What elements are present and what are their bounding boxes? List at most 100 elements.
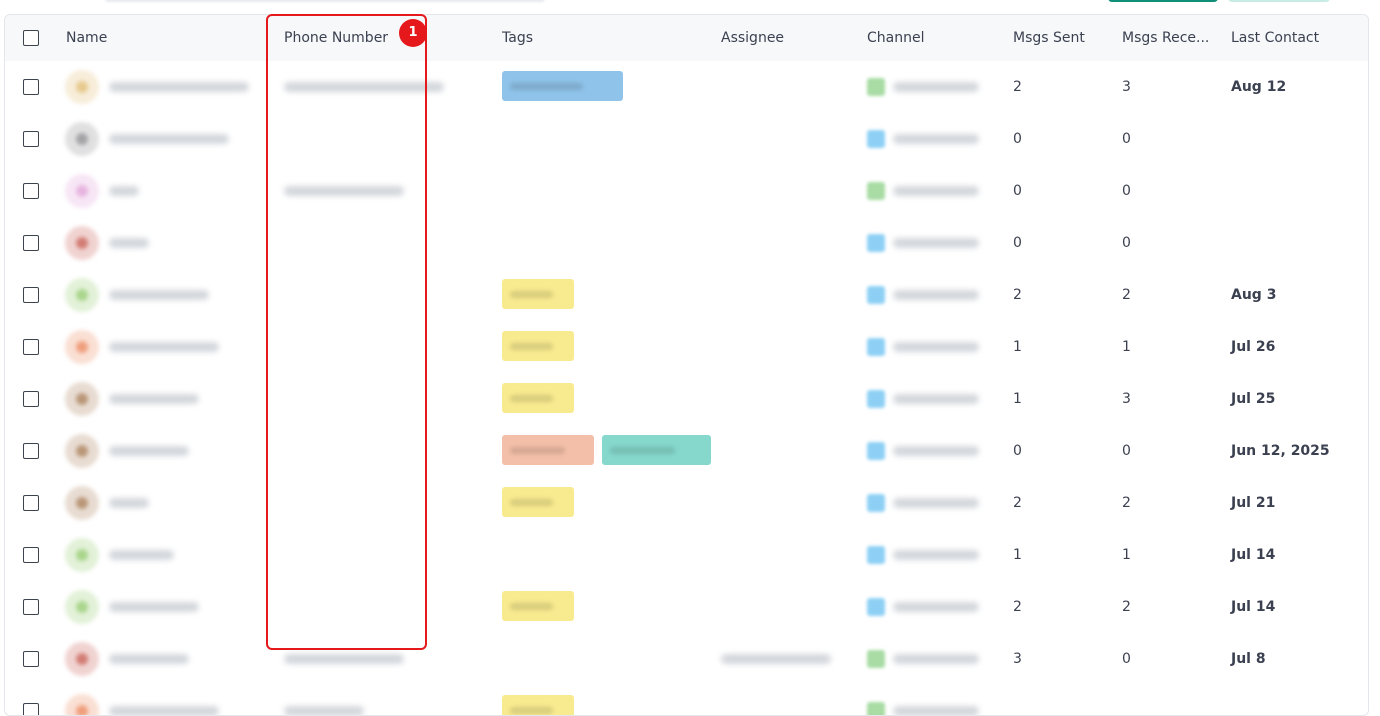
tag-chip[interactable]	[502, 279, 574, 309]
last-contact: Jul 26	[1231, 339, 1276, 355]
contact-name[interactable]	[109, 550, 174, 560]
column-header-assignee[interactable]: Assignee	[721, 15, 841, 61]
contact-name[interactable]	[109, 394, 199, 404]
row-checkbox[interactable]	[23, 495, 39, 511]
msgs-sent: 2	[1013, 79, 1022, 95]
avatar	[65, 434, 99, 468]
secondary-action-button[interactable]	[1228, 0, 1330, 2]
table-row[interactable]: 2 2 Aug 3	[5, 269, 1368, 322]
contact-name[interactable]	[109, 82, 249, 92]
row-checkbox[interactable]	[23, 391, 39, 407]
column-header-phone[interactable]: Phone Number	[284, 15, 414, 61]
msgs-received: 0	[1122, 651, 1131, 667]
table-row[interactable]: 2 2 Jul 14	[5, 581, 1368, 634]
table-row[interactable]: 1 1 Jul 26	[5, 321, 1368, 374]
row-checkbox[interactable]	[23, 79, 39, 95]
phone-number	[284, 706, 364, 715]
tag-chip[interactable]	[502, 331, 574, 361]
msgs-sent: 3	[1013, 651, 1022, 667]
channel-icon	[867, 286, 885, 304]
phone-number	[284, 82, 444, 92]
row-checkbox[interactable]	[23, 235, 39, 251]
tag-chip[interactable]	[602, 435, 711, 465]
contact-name[interactable]	[109, 238, 149, 248]
column-header-msgs-received[interactable]: Msgs Rece...	[1122, 15, 1220, 61]
channel-icon	[867, 546, 885, 564]
table-row[interactable]: 1 3 Jul 25	[5, 373, 1368, 426]
phone-number	[284, 186, 404, 196]
column-header-last-contact[interactable]: Last Contact	[1231, 15, 1361, 61]
tag-chip[interactable]	[502, 435, 594, 465]
row-checkbox[interactable]	[23, 651, 39, 667]
phone-number	[284, 654, 404, 664]
contact-name[interactable]	[109, 602, 199, 612]
table-row[interactable]: 00	[5, 217, 1368, 270]
table-row[interactable]: 1 1 Jul 14	[5, 529, 1368, 582]
table-row[interactable]: 00	[5, 165, 1368, 218]
msgs-received: 3	[1122, 79, 1131, 95]
channel-name	[893, 82, 979, 92]
primary-action-button[interactable]	[1108, 0, 1218, 2]
contact-name[interactable]	[109, 134, 229, 144]
msgs-sent: 2	[1013, 495, 1022, 511]
channel-name	[893, 134, 979, 144]
avatar	[65, 174, 99, 208]
contact-name[interactable]	[109, 706, 219, 715]
msgs-sent: 0	[1013, 443, 1022, 459]
channel-name	[893, 706, 979, 715]
channel-name	[893, 654, 979, 664]
contact-name[interactable]	[109, 498, 149, 508]
last-contact: Jul 14	[1231, 547, 1276, 563]
channel-icon	[867, 702, 885, 715]
contact-name[interactable]	[109, 186, 139, 196]
last-contact: Jul 8	[1231, 651, 1266, 667]
contact-name[interactable]	[109, 654, 189, 664]
row-checkbox[interactable]	[23, 443, 39, 459]
column-header-tags[interactable]: Tags	[502, 15, 652, 61]
table-row[interactable]	[5, 685, 1368, 715]
row-checkbox[interactable]	[23, 183, 39, 199]
row-checkbox[interactable]	[23, 703, 39, 715]
column-header-name[interactable]: Name	[66, 15, 216, 61]
msgs-sent: 1	[1013, 547, 1022, 563]
contact-name[interactable]	[109, 290, 209, 300]
msgs-sent: 2	[1013, 599, 1022, 615]
select-all-checkbox[interactable]	[23, 30, 39, 46]
tag-chip[interactable]	[502, 487, 574, 517]
channel-icon	[867, 442, 885, 460]
contact-name[interactable]	[109, 342, 219, 352]
tag-chip[interactable]	[502, 71, 623, 101]
msgs-received: 0	[1122, 235, 1131, 251]
assignee-name	[721, 654, 831, 664]
channel-icon	[867, 338, 885, 356]
table-row[interactable]: 3 0 Jul 8	[5, 633, 1368, 686]
row-checkbox[interactable]	[23, 131, 39, 147]
table-header: Name Phone Number Tags Assignee Channel …	[5, 15, 1368, 62]
msgs-received: 1	[1122, 339, 1131, 355]
tag-chip[interactable]	[502, 383, 574, 413]
column-header-channel[interactable]: Channel	[867, 15, 987, 61]
table-row[interactable]: 2 3 Aug 12	[5, 61, 1368, 114]
search-bar[interactable]	[105, 0, 545, 2]
channel-name	[893, 290, 979, 300]
row-checkbox[interactable]	[23, 287, 39, 303]
row-checkbox[interactable]	[23, 339, 39, 355]
channel-name	[893, 394, 979, 404]
channel-name	[893, 498, 979, 508]
channel-icon	[867, 234, 885, 252]
channel-name	[893, 238, 979, 248]
msgs-sent: 1	[1013, 391, 1022, 407]
column-header-msgs-sent[interactable]: Msgs Sent	[1013, 15, 1113, 61]
row-checkbox[interactable]	[23, 547, 39, 563]
table-row[interactable]: 2 2 Jul 21	[5, 477, 1368, 530]
table-row[interactable]: 00	[5, 113, 1368, 166]
channel-icon	[867, 650, 885, 668]
last-contact: Aug 12	[1231, 79, 1287, 95]
msgs-sent: 0	[1013, 235, 1022, 251]
tag-chip[interactable]	[502, 695, 574, 715]
row-checkbox[interactable]	[23, 599, 39, 615]
contact-name[interactable]	[109, 446, 189, 456]
table-row[interactable]: 0 0 Jun 12, 2025	[5, 425, 1368, 478]
msgs-sent: 0	[1013, 183, 1022, 199]
tag-chip[interactable]	[502, 591, 574, 621]
